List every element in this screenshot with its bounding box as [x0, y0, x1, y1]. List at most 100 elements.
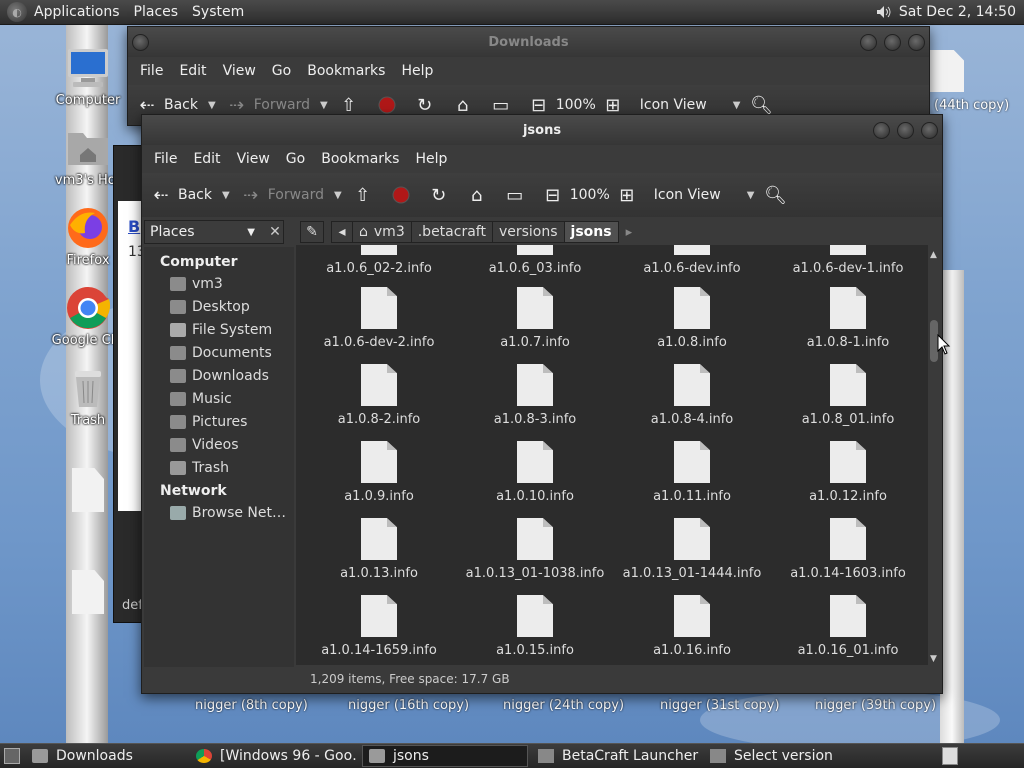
computer-button[interactable]: ▭ [490, 94, 518, 116]
file-item[interactable]: a1.0.8.info [614, 287, 770, 350]
menu-go[interactable]: Go [264, 63, 299, 79]
system-menu[interactable]: System [185, 4, 251, 20]
chevron-down-icon[interactable]: ▼ [222, 190, 230, 201]
menu-help[interactable]: Help [393, 63, 441, 79]
file-item[interactable]: a1.0.7.info [457, 287, 613, 350]
file-item[interactable]: a1.0.13_01-1038.info [457, 518, 613, 581]
sidebar-item-browse-network[interactable]: Browse Net… [144, 501, 294, 524]
file-item[interactable]: a1.0.8_01.info [770, 364, 926, 427]
view-select[interactable]: Icon View ▼ [640, 97, 741, 113]
file-item[interactable]: a1.0.8-3.info [457, 364, 613, 427]
downloads-window[interactable]: Downloads File Edit View Go Bookmarks He… [127, 26, 930, 126]
file-item[interactable]: a1.0.9.info [301, 441, 457, 504]
system-logo-icon[interactable]: ◐ [7, 2, 27, 22]
close-button[interactable] [908, 34, 925, 51]
file-grid[interactable]: a1.0.6_02-2.info a1.0.6_03.info a1.0.6-dev… [296, 245, 928, 665]
sidebar-item-desktop[interactable]: Desktop [144, 295, 294, 318]
file-item[interactable]: a1.0.10.info [457, 441, 613, 504]
desktop-icon-computer[interactable]: Computer [40, 45, 136, 108]
task-betacraft[interactable]: BetaCraft Launcher … [532, 745, 700, 767]
minimize-button[interactable] [873, 122, 890, 139]
file-item[interactable]: a1.0.13.info [301, 518, 457, 581]
task-browser[interactable]: [Windows 96 - Goo… [190, 745, 358, 767]
menu-file[interactable]: File [132, 63, 171, 79]
breadcrumb-item-jsons[interactable]: jsons [563, 221, 619, 243]
computer-button[interactable]: ▭ [504, 184, 532, 206]
desktop-icon-label[interactable]: nigger (24th copy) [503, 698, 624, 713]
file-item[interactable]: a1.0.8-1.info [770, 287, 926, 350]
maximize-button[interactable] [897, 122, 914, 139]
stop-button[interactable] [376, 94, 404, 116]
view-select[interactable]: Icon View ▼ [654, 187, 755, 203]
menu-go[interactable]: Go [278, 151, 313, 167]
sidebar-item-downloads[interactable]: Downloads [144, 364, 294, 387]
trash-applet-icon[interactable] [942, 747, 958, 765]
edit-location-button[interactable]: ✎ [300, 221, 324, 243]
desktop-icon-label[interactable]: nigger (8th copy) [195, 698, 308, 713]
task-downloads[interactable]: Downloads [26, 745, 186, 767]
file-item[interactable]: a1.0.6-dev-2.info [301, 287, 457, 350]
zoom-out-icon[interactable]: ⊟ [528, 94, 550, 116]
sidebar-item-vm3[interactable]: vm3 [144, 272, 294, 295]
menu-file[interactable]: File [146, 151, 185, 167]
file-item[interactable]: a1.0.14-1603.info [770, 518, 926, 581]
vertical-scrollbar[interactable]: ▲ ▼ [928, 250, 940, 664]
zoom-in-icon[interactable]: ⊞ [616, 184, 638, 206]
sidebar-item-music[interactable]: Music [144, 387, 294, 410]
file-item[interactable]: a1.0.16.info [614, 595, 770, 658]
chevron-down-icon[interactable]: ▼ [208, 100, 216, 111]
file-item[interactable]: a1.0.6-dev-1.info [770, 245, 926, 276]
close-button[interactable] [921, 122, 938, 139]
maximize-button[interactable] [884, 34, 901, 51]
chevron-right-icon[interactable]: ▸ [626, 225, 633, 240]
home-button[interactable]: ⌂ [452, 94, 480, 116]
desktop-icon-label[interactable]: (44th copy) [934, 98, 1009, 113]
desktop-icon-label[interactable]: nigger (31st copy) [660, 698, 780, 713]
chevron-down-icon[interactable]: ▼ [334, 190, 342, 201]
places-selector[interactable]: Places ▼ [144, 220, 284, 244]
zoom-out-icon[interactable]: ⊟ [542, 184, 564, 206]
volume-icon[interactable] [875, 3, 893, 21]
show-desktop-button[interactable] [4, 748, 20, 764]
file-item[interactable]: a1.0.12.info [770, 441, 926, 504]
file-item[interactable]: a1.0.13_01-1444.info [614, 518, 770, 581]
forward-button[interactable]: ⇢ Forward ▼ [240, 184, 342, 206]
scroll-up-icon[interactable]: ▲ [930, 250, 937, 260]
back-button[interactable]: ⇠ Back ▼ [136, 94, 216, 116]
reload-button[interactable]: ↻ [428, 184, 456, 206]
breadcrumb-item-betacraft[interactable]: .betacraft [410, 221, 493, 243]
clock[interactable]: Sat Dec 2, 14:50 [899, 4, 1024, 20]
menu-view[interactable]: View [229, 151, 278, 167]
file-icon[interactable] [930, 50, 964, 92]
zoom-in-icon[interactable]: ⊞ [602, 94, 624, 116]
breadcrumb-item-versions[interactable]: versions [491, 221, 565, 243]
up-button[interactable]: ⇧ [352, 184, 380, 206]
file-item[interactable]: a1.0.14-1659.info [301, 595, 457, 658]
jsons-titlebar[interactable]: jsons [142, 115, 942, 145]
breadcrumb-scroll-left[interactable]: ◂ [331, 221, 353, 243]
menu-bookmarks[interactable]: Bookmarks [299, 63, 393, 79]
chevron-down-icon[interactable]: ▼ [320, 100, 328, 111]
zoom-control[interactable]: ⊟ 100% ⊞ [542, 184, 644, 206]
forward-button[interactable]: ⇢ Forward ▼ [226, 94, 328, 116]
file-item[interactable]: a1.0.6_03.info [457, 245, 613, 276]
back-button[interactable]: ⇠ Back ▼ [150, 184, 230, 206]
sidebar-item-file-system[interactable]: File System [144, 318, 294, 341]
applications-menu[interactable]: Applications [27, 4, 127, 20]
menu-bookmarks[interactable]: Bookmarks [313, 151, 407, 167]
sidebar-item-trash[interactable]: Trash [144, 456, 294, 479]
window-menu-button[interactable] [132, 34, 149, 51]
up-button[interactable]: ⇧ [338, 94, 366, 116]
sidebar-item-pictures[interactable]: Pictures [144, 410, 294, 433]
sidebar-item-videos[interactable]: Videos [144, 433, 294, 456]
menu-help[interactable]: Help [407, 151, 455, 167]
stop-button[interactable] [390, 184, 418, 206]
search-button[interactable]: 🔍︎ [750, 94, 778, 116]
home-button[interactable]: ⌂ [466, 184, 494, 206]
file-item[interactable]: a1.0.8-4.info [614, 364, 770, 427]
file-item[interactable]: a1.0.6-dev.info [614, 245, 770, 276]
task-select-version[interactable]: Select version [704, 745, 864, 767]
file-item[interactable]: a1.0.16_01.info [770, 595, 926, 658]
file-item[interactable]: a1.0.8-2.info [301, 364, 457, 427]
file-item[interactable]: a1.0.6_02-2.info [301, 245, 457, 276]
